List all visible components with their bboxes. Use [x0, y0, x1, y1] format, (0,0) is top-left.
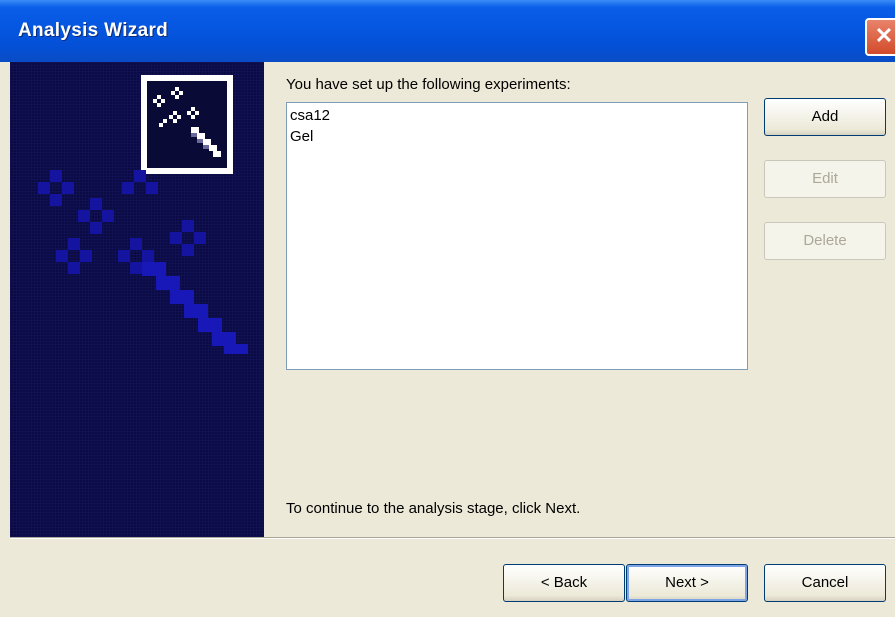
title-bar[interactable]: Analysis Wizard ✕ — [0, 0, 895, 62]
close-icon: ✕ — [874, 23, 894, 48]
footer-separator — [10, 537, 895, 539]
delete-button[interactable]: Delete — [764, 222, 886, 260]
next-button[interactable]: Next > — [626, 564, 748, 602]
analysis-wizard-window: Analysis Wizard ✕ You have set up the fo… — [0, 0, 895, 617]
list-item[interactable]: Gel — [290, 128, 313, 145]
add-button[interactable]: Add — [764, 98, 886, 136]
cancel-button[interactable]: Cancel — [764, 564, 886, 602]
back-button[interactable]: < Back — [503, 564, 625, 602]
edit-button[interactable]: Edit — [764, 160, 886, 198]
wand-shadow-graphic — [38, 170, 248, 354]
close-button[interactable]: ✕ — [865, 18, 895, 56]
wizard-side-panel — [10, 62, 264, 537]
continue-instruction: To continue to the analysis stage, click… — [286, 500, 581, 517]
experiments-listbox[interactable]: csa12 Gel — [286, 102, 748, 370]
list-item[interactable]: csa12 — [290, 107, 330, 124]
window-title: Analysis Wizard — [18, 20, 169, 41]
experiments-prompt: You have set up the following experiment… — [286, 76, 571, 93]
window-border — [0, 62, 10, 617]
